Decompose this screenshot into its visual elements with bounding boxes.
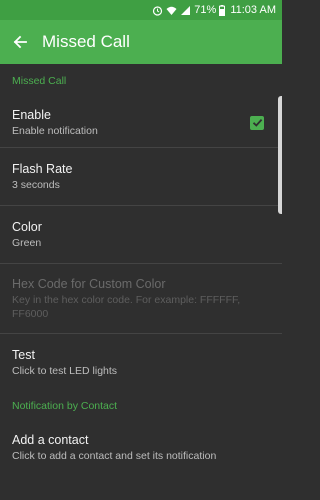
battery-percent: 71% bbox=[194, 4, 217, 16]
status-bar: 71% 11:03 AM bbox=[0, 0, 282, 20]
pref-add-contact-title: Add a contact bbox=[12, 432, 89, 447]
pref-add-contact[interactable]: Add a contact Click to add a contact and… bbox=[0, 421, 282, 473]
settings-list: Missed Call Enable Enable notification F… bbox=[0, 64, 282, 473]
pref-color[interactable]: Color Green bbox=[0, 206, 282, 263]
pref-add-contact-summary: Click to add a contact and set its notif… bbox=[12, 449, 217, 462]
pref-flash-rate-title: Flash Rate bbox=[12, 162, 73, 176]
pref-color-summary: Green bbox=[12, 237, 42, 249]
pref-color-title: Color bbox=[12, 220, 42, 234]
app-bar: Missed Call bbox=[0, 20, 282, 64]
signal-icon bbox=[180, 5, 191, 16]
section-header-by-contact: Notification by Contact bbox=[12, 400, 118, 412]
pref-test-title: Test bbox=[12, 348, 35, 362]
pref-hex-code-summary: Key in the hex color code. For example: … bbox=[12, 294, 241, 320]
pref-enable[interactable]: Enable Enable notification bbox=[0, 98, 282, 147]
back-arrow-icon[interactable] bbox=[10, 32, 30, 52]
alarm-icon bbox=[152, 5, 163, 16]
enable-checkbox[interactable] bbox=[250, 115, 264, 130]
pref-test[interactable]: Test Click to test LED lights bbox=[0, 334, 282, 391]
wifi-icon bbox=[166, 5, 177, 16]
pref-flash-rate-summary: 3 seconds bbox=[12, 179, 60, 191]
pref-enable-summary: Enable notification bbox=[12, 125, 98, 137]
battery-icon bbox=[219, 4, 226, 16]
status-time: 11:03 AM bbox=[230, 4, 276, 16]
pref-hex-code: Hex Code for Custom Color Key in the hex… bbox=[0, 264, 282, 333]
checkmark-icon bbox=[252, 118, 262, 127]
pref-flash-rate[interactable]: Flash Rate 3 seconds bbox=[0, 148, 282, 205]
section-header-missed-call: Missed Call bbox=[12, 75, 67, 87]
pref-test-summary: Click to test LED lights bbox=[12, 365, 118, 377]
edge-panel-handle[interactable] bbox=[278, 96, 282, 214]
pref-enable-title: Enable bbox=[12, 108, 51, 122]
page-title: Missed Call bbox=[42, 32, 130, 51]
pref-hex-code-title: Hex Code for Custom Color bbox=[12, 277, 166, 291]
